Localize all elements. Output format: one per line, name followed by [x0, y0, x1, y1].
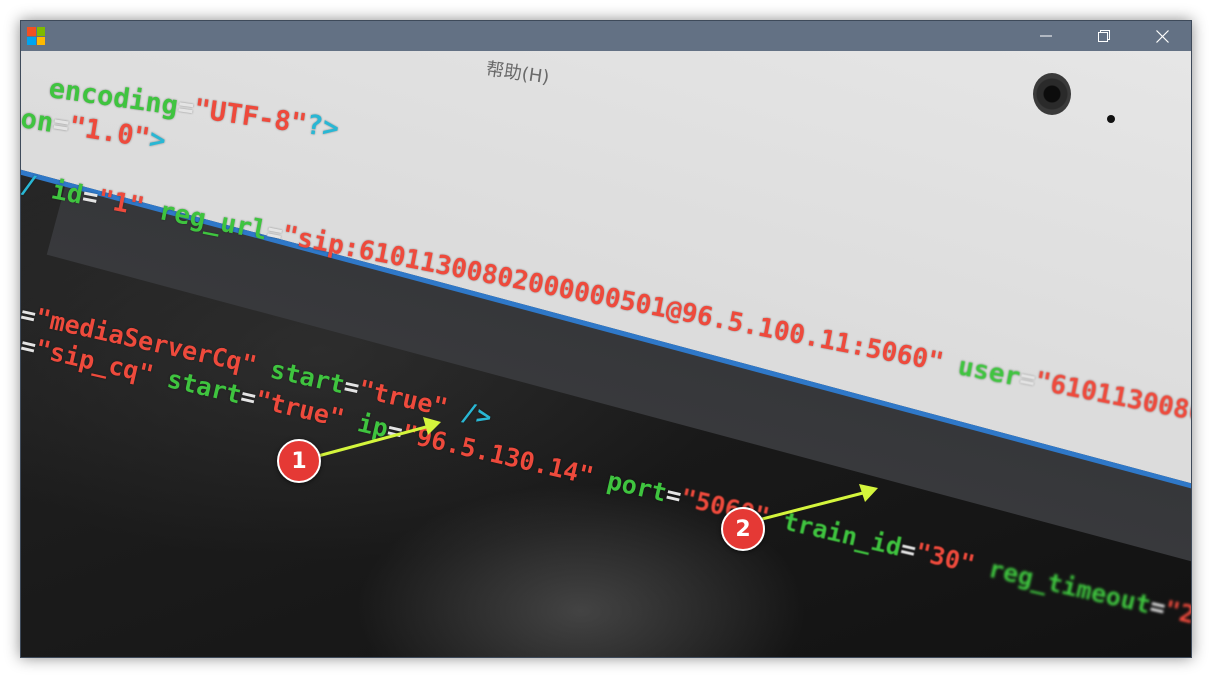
close-icon — [1155, 29, 1169, 43]
arrow-1 — [317, 425, 427, 458]
close-button[interactable] — [1133, 21, 1191, 51]
arrow-2 — [761, 491, 864, 521]
windows-logo-icon — [27, 27, 45, 45]
marker-badge-1: 1 — [277, 439, 321, 483]
minimize-button[interactable] — [1017, 21, 1075, 51]
restore-icon — [1098, 30, 1110, 42]
restore-button[interactable] — [1075, 21, 1133, 51]
minimize-icon — [1040, 35, 1052, 37]
annotation-arrows — [317, 417, 878, 521]
window-controls — [1017, 21, 1191, 51]
arrow-1-head — [423, 417, 441, 435]
title-bar[interactable] — [21, 21, 1191, 51]
marker-badge-2: 2 — [721, 507, 765, 551]
image-viewer-window: 帮助(H) encoding="UTF-8"?> on="1.0"> / id=… — [20, 20, 1192, 658]
